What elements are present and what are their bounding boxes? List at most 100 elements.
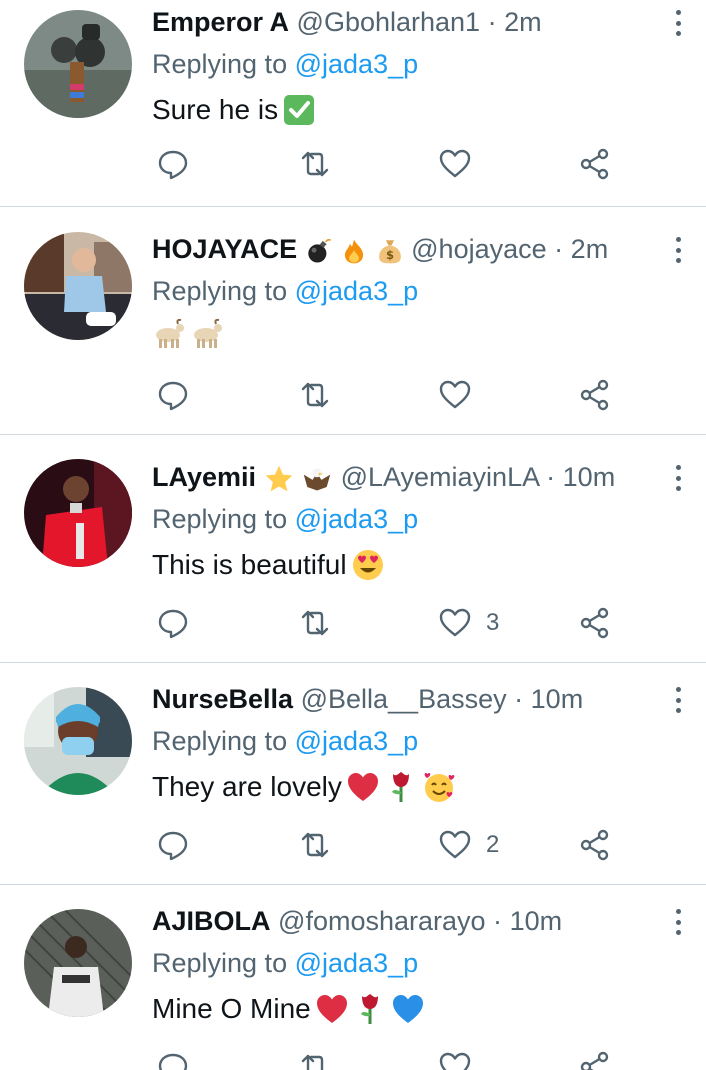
- user-handle[interactable]: @fomoshararayo: [278, 906, 486, 936]
- reply-button[interactable]: [156, 825, 190, 865]
- avatar-image: [24, 909, 132, 1017]
- mention-link[interactable]: @jada3_p: [295, 726, 419, 756]
- display-name[interactable]: AJIBOLA: [152, 906, 271, 936]
- like-button[interactable]: [438, 144, 486, 184]
- tweet[interactable]: LAyemii @LAyemiayinLA · 10m Replying to …: [0, 435, 706, 663]
- avatar[interactable]: [24, 909, 132, 1017]
- mention-link[interactable]: @jada3_p: [295, 504, 419, 534]
- separator: ·: [487, 7, 497, 37]
- reply-icon: [158, 381, 188, 411]
- timestamp[interactable]: 2m: [571, 234, 609, 264]
- share-button[interactable]: [578, 1047, 612, 1070]
- like-button[interactable]: 3: [438, 603, 499, 643]
- timestamp[interactable]: 10m: [563, 462, 616, 492]
- separator: ·: [546, 462, 556, 492]
- retweet-button[interactable]: [298, 375, 332, 415]
- reply-button[interactable]: [156, 603, 190, 643]
- action-bar: [0, 375, 706, 415]
- retweet-button[interactable]: [298, 825, 332, 865]
- replying-to: Replying to @jada3_p: [152, 44, 418, 84]
- star-icon: [265, 465, 292, 492]
- retweet-icon: [301, 832, 329, 858]
- avatar[interactable]: [24, 459, 132, 567]
- replying-to: Replying to @jada3_p: [152, 721, 418, 761]
- goat-icon: [156, 318, 184, 348]
- blue-heart-icon: [392, 995, 423, 1023]
- share-button[interactable]: [578, 603, 612, 643]
- share-button[interactable]: [578, 375, 612, 415]
- user-handle[interactable]: @Bella__Bassey: [301, 684, 507, 714]
- display-name[interactable]: NurseBella: [152, 684, 293, 714]
- avatar[interactable]: [24, 10, 132, 118]
- reply-button[interactable]: [156, 1047, 190, 1070]
- tweet[interactable]: Emperor A @Gbohlarhan1 · 2m Replying to …: [0, 0, 706, 207]
- avatar-image: [24, 459, 132, 567]
- tweet-body-text: This is beautiful: [152, 549, 347, 580]
- mention-link[interactable]: @jada3_p: [295, 276, 419, 306]
- action-bar: [0, 144, 706, 184]
- red-heart-icon: [347, 773, 378, 801]
- like-button[interactable]: 2: [438, 825, 499, 865]
- mention-link[interactable]: @jada3_p: [295, 49, 419, 79]
- reply-button[interactable]: [156, 375, 190, 415]
- timestamp[interactable]: 10m: [531, 684, 584, 714]
- svg-text:$: $: [386, 248, 394, 262]
- display-name[interactable]: LAyemii: [152, 462, 256, 492]
- share-icon: [580, 379, 609, 411]
- tweet-header: NurseBella @Bella__Bassey · 10m: [152, 679, 646, 719]
- share-icon: [580, 148, 609, 180]
- retweet-button[interactable]: [298, 1047, 332, 1070]
- tweet[interactable]: NurseBella @Bella__Bassey · 10m Replying…: [0, 663, 706, 885]
- more-options-icon[interactable]: [668, 683, 688, 717]
- tweet-header: Emperor A @Gbohlarhan1 · 2m: [152, 2, 646, 42]
- check-mark-icon: [284, 95, 315, 125]
- display-name[interactable]: Emperor A: [152, 7, 289, 37]
- user-handle[interactable]: @Gbohlarhan1: [297, 7, 481, 37]
- display-name[interactable]: HOJAYACE: [152, 234, 297, 264]
- avatar-image: [24, 232, 132, 340]
- separator: ·: [554, 234, 564, 264]
- retweet-icon: [301, 1054, 324, 1070]
- avatar[interactable]: [24, 687, 132, 795]
- share-button[interactable]: [578, 825, 612, 865]
- more-options-icon[interactable]: [668, 905, 688, 939]
- action-bar: [0, 1047, 706, 1070]
- goat-icon: [194, 318, 222, 348]
- avatar-image: [24, 687, 132, 795]
- money-bag-icon: $: [378, 240, 401, 264]
- tweet-header: AJIBOLA @fomoshararayo · 10m: [152, 901, 646, 941]
- replying-to-label: Replying to: [152, 726, 288, 756]
- action-bar: 2: [0, 825, 706, 865]
- avatar[interactable]: [24, 232, 132, 340]
- retweet-button[interactable]: [298, 144, 332, 184]
- reply-icon: [158, 609, 188, 639]
- reply-button[interactable]: [156, 144, 190, 184]
- user-handle[interactable]: @LAyemiayinLA: [341, 462, 539, 492]
- retweet-button[interactable]: [298, 603, 332, 643]
- tweet-text: [152, 317, 224, 351]
- replying-to-label: Replying to: [152, 948, 288, 978]
- share-button[interactable]: [578, 144, 612, 184]
- tweet-header: HOJAYACE $ @hojayace · 2m: [152, 229, 646, 269]
- more-options-icon[interactable]: [668, 233, 688, 267]
- rose-icon: [360, 994, 378, 1024]
- more-options-icon[interactable]: [668, 461, 688, 495]
- heart-icon: [439, 149, 471, 178]
- like-button[interactable]: [438, 1047, 486, 1070]
- heart-icon: [439, 830, 471, 859]
- reply-icon: [158, 150, 188, 180]
- heart-eyes-icon: [352, 550, 383, 580]
- user-handle[interactable]: @hojayace: [411, 234, 547, 264]
- tweet[interactable]: HOJAYACE $ @hojayace · 2m Replying to @j…: [0, 207, 706, 435]
- reply-icon: [158, 1053, 188, 1070]
- tweet-text: They are lovely: [152, 767, 456, 807]
- like-count: 3: [486, 609, 500, 636]
- tweet[interactable]: AJIBOLA @fomoshararayo · 10m Replying to…: [0, 885, 706, 1070]
- timestamp[interactable]: 2m: [504, 7, 542, 37]
- red-heart-icon: [316, 995, 347, 1023]
- like-button[interactable]: [438, 375, 486, 415]
- timestamp[interactable]: 10m: [510, 906, 563, 936]
- mention-link[interactable]: @jada3_p: [295, 948, 419, 978]
- more-options-icon[interactable]: [668, 6, 688, 40]
- tweet-header: LAyemii @LAyemiayinLA · 10m: [152, 457, 646, 497]
